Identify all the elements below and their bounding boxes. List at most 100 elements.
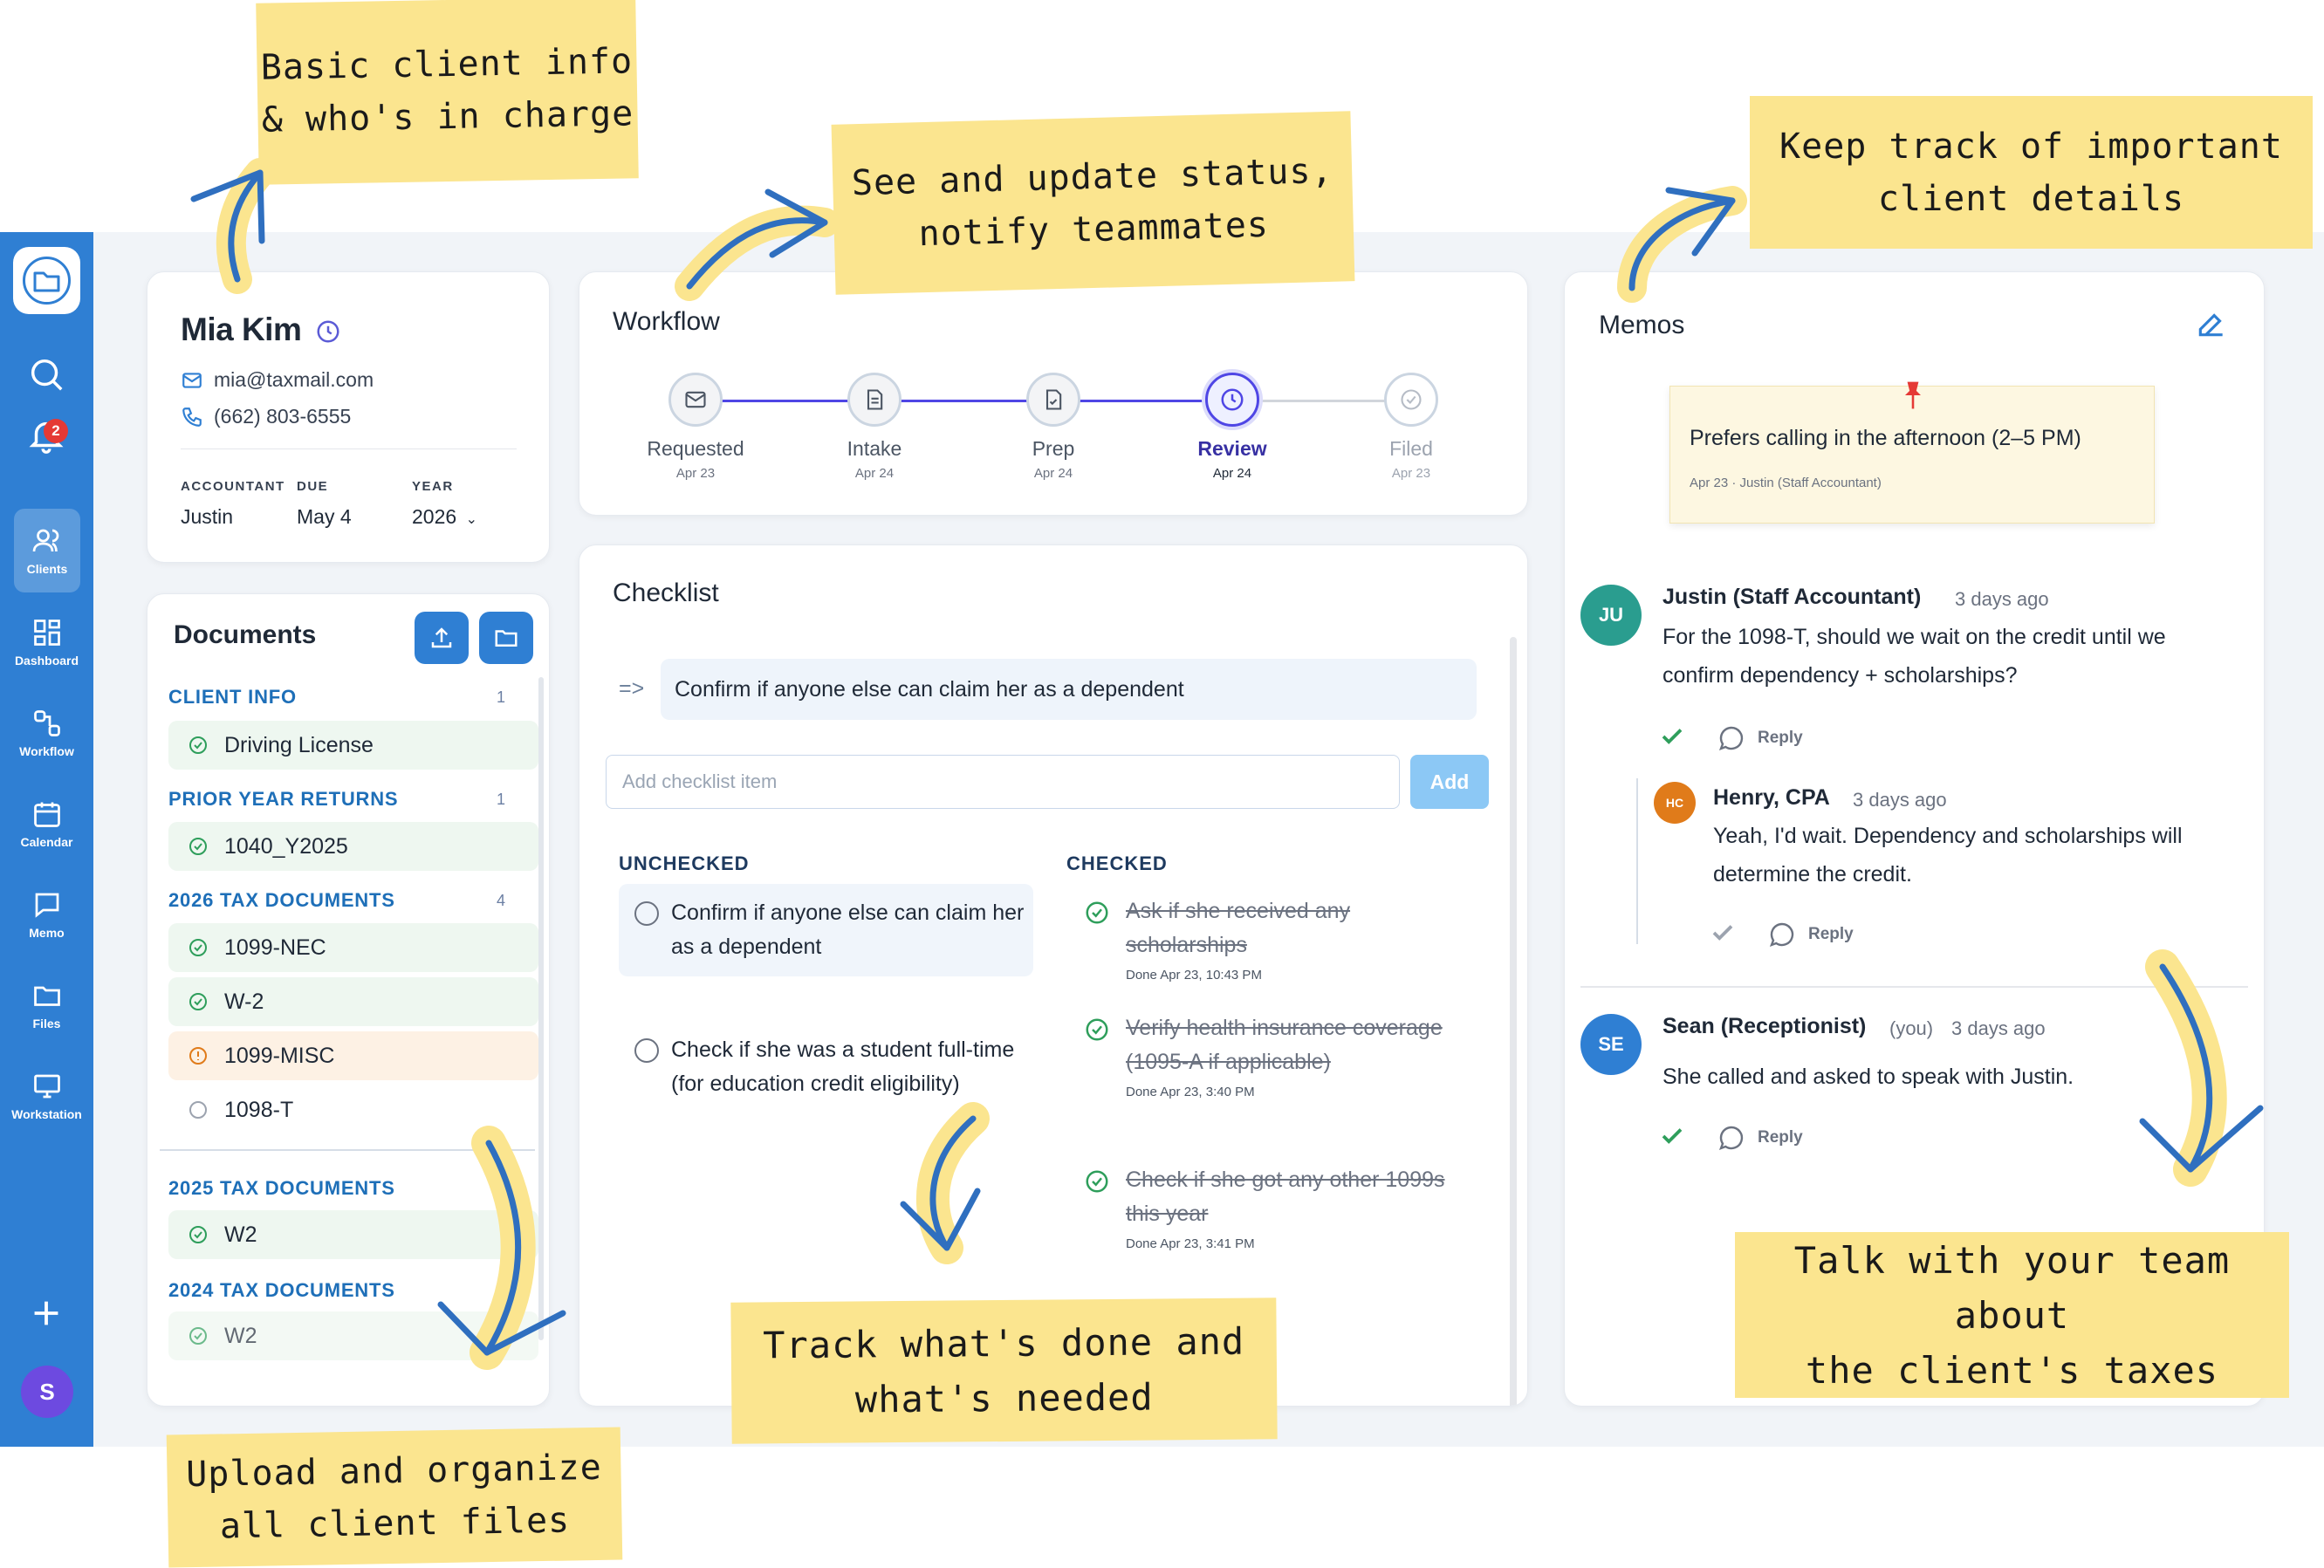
checked-item-text: Check if she got any other 1099s this ye…: [1126, 1167, 1445, 1226]
nav-calendar[interactable]: Calendar: [3, 782, 90, 866]
nav-workflow[interactable]: Workflow: [3, 691, 90, 775]
focus-checklist-item[interactable]: Confirm if anyone else can claim her as …: [661, 659, 1477, 720]
pin-icon: [1905, 381, 1921, 409]
category-label[interactable]: 2025 TAX DOCUMENTS: [168, 1177, 395, 1200]
nav-workstation[interactable]: Workstation: [3, 1054, 90, 1138]
scrollbar[interactable]: [1510, 637, 1517, 1406]
annotation-text: See and update status, notify teammates: [851, 150, 1334, 254]
pinned-memo[interactable]: Prefers calling in the afternoon (2–5 PM…: [1669, 381, 2155, 524]
clock-icon: [317, 320, 339, 343]
workflow-step-review[interactable]: Review Apr 24: [1171, 373, 1293, 481]
category-label[interactable]: CLIENT INFO: [168, 686, 297, 709]
check-circle-icon: [189, 736, 207, 754]
reply-label: Reply: [1758, 729, 1803, 747]
nav-files[interactable]: Files: [3, 963, 90, 1047]
checkbox[interactable]: [634, 1038, 659, 1063]
reply-button[interactable]: Reply: [1717, 724, 1803, 752]
annotation-client-info: Basic client info & who's in charge: [256, 0, 639, 185]
document-row[interactable]: W-2: [168, 977, 538, 1026]
year-value: 2026: [412, 505, 457, 528]
category-label[interactable]: PRIOR YEAR RETURNS: [168, 788, 398, 811]
checkmark-icon[interactable]: [1708, 920, 1738, 950]
annotation-status: See and update status, notify teammates: [831, 111, 1355, 295]
edit-icon[interactable]: [2195, 307, 2228, 345]
checked-item[interactable]: Verify health insurance coverage (1095-A…: [1084, 1011, 1468, 1099]
clock-icon: [1205, 373, 1259, 427]
nav-files-label: Files: [32, 1017, 61, 1030]
client-email[interactable]: mia@taxmail.com: [181, 368, 374, 392]
document-row[interactable]: Driving License: [168, 721, 538, 770]
workflow-step-requested[interactable]: Requested Apr 23: [634, 373, 757, 481]
nav-memo[interactable]: Memo: [3, 873, 90, 956]
workflow-step-filed[interactable]: Filed Apr 23: [1350, 373, 1472, 481]
client-phone[interactable]: (662) 803-6555: [181, 405, 351, 428]
nav-clients[interactable]: Clients: [14, 509, 80, 592]
nav-memo-label: Memo: [29, 926, 65, 940]
comment-body: She called and asked to speak with Justi…: [1662, 1065, 2074, 1089]
checked-item[interactable]: Ask if she received any scholarships Don…: [1084, 894, 1468, 983]
files-icon: [33, 986, 60, 1006]
category-label[interactable]: 2024 TAX DOCUMENTS: [168, 1279, 395, 1302]
avatar: JU: [1580, 585, 1642, 646]
comment-author: Henry, CPA: [1713, 785, 1830, 810]
checkmark-icon[interactable]: [1657, 723, 1687, 754]
nav-dashboard[interactable]: Dashboard: [3, 600, 90, 684]
upload-button[interactable]: [415, 612, 469, 664]
step-date: Apr 23: [675, 466, 716, 481]
accountant-label: ACCOUNTANT: [181, 479, 285, 494]
checked-label: CHECKED: [1066, 852, 1168, 874]
check-circle-icon: [189, 1327, 207, 1345]
reply-button[interactable]: Reply: [1768, 921, 1854, 948]
plus-icon[interactable]: [26, 1293, 66, 1338]
step-date: Apr 24: [1033, 466, 1073, 481]
search-icon[interactable]: [26, 354, 66, 399]
document-row[interactable]: 1098-T: [168, 1085, 538, 1134]
step-date: Apr 24: [1212, 466, 1252, 481]
checkmark-icon[interactable]: [1657, 1123, 1687, 1154]
folder-button[interactable]: [479, 612, 533, 664]
check-circle-icon[interactable]: [1084, 900, 1110, 926]
checked-item-text: Ask if she received any scholarships: [1126, 899, 1351, 957]
focus-arrow: =>: [619, 676, 645, 701]
reply-button[interactable]: Reply: [1717, 1124, 1803, 1152]
annotation-text: Talk with your team about the client's t…: [1793, 1238, 2231, 1392]
step-name: Requested: [647, 437, 744, 460]
unchecked-label: UNCHECKED: [619, 852, 750, 874]
checkbox[interactable]: [634, 901, 659, 926]
workflow-card: Workflow Requested Apr 23 Intake Apr 24 …: [579, 271, 1528, 516]
due-value[interactable]: May 4: [297, 505, 352, 529]
workflow-step-prep[interactable]: Prep Apr 24: [992, 373, 1114, 481]
user-avatar[interactable]: S: [21, 1366, 73, 1418]
checked-item-date: Done Apr 23, 3:41 PM: [1126, 1236, 1255, 1251]
alert-circle-icon: [189, 1047, 207, 1065]
checked-item[interactable]: Check if she got any other 1099s this ye…: [1084, 1163, 1468, 1251]
checklist-title: Checklist: [613, 579, 719, 607]
step-name: Review: [1197, 437, 1267, 460]
client-card: Mia Kim mia@taxmail.com (662) 803-6555 A…: [147, 271, 550, 563]
document-row[interactable]: 1040_Y2025: [168, 822, 538, 871]
scrollbar[interactable]: [538, 677, 544, 1340]
document-row[interactable]: W2: [168, 1210, 538, 1259]
memo-icon: [35, 893, 58, 918]
check-circle-icon: [189, 939, 207, 956]
check-circle-icon[interactable]: [1084, 1017, 1110, 1043]
category-label[interactable]: 2026 TAX DOCUMENTS: [168, 889, 395, 912]
add-checklist-input[interactable]: Add checklist item: [606, 755, 1400, 809]
unchecked-item[interactable]: Confirm if anyone else can claim her as …: [619, 884, 1033, 976]
reply-label: Reply: [1758, 1128, 1803, 1147]
step-name: Filed: [1389, 437, 1433, 460]
accountant-value[interactable]: Justin: [181, 505, 233, 529]
annotation-text: Track what's done and what's needed: [763, 1319, 1245, 1421]
add-checklist-button[interactable]: Add: [1410, 755, 1489, 809]
document-row[interactable]: 1099-NEC: [168, 923, 538, 972]
unchecked-item[interactable]: Check if she was a student full-time (fo…: [619, 1021, 1033, 1113]
app-logo[interactable]: [13, 247, 80, 314]
workflow-step-intake[interactable]: Intake Apr 24: [813, 373, 936, 481]
due-label: DUE: [297, 479, 329, 494]
year-select[interactable]: 2026 ⌄: [412, 505, 477, 529]
check-circle-icon[interactable]: [1084, 1168, 1110, 1195]
document-row[interactable]: W2: [168, 1311, 538, 1360]
client-name-text: Mia Kim: [181, 312, 302, 347]
checked-item-text: Verify health insurance coverage (1095-A…: [1126, 1016, 1443, 1074]
document-row[interactable]: 1099-MISC: [168, 1031, 538, 1080]
